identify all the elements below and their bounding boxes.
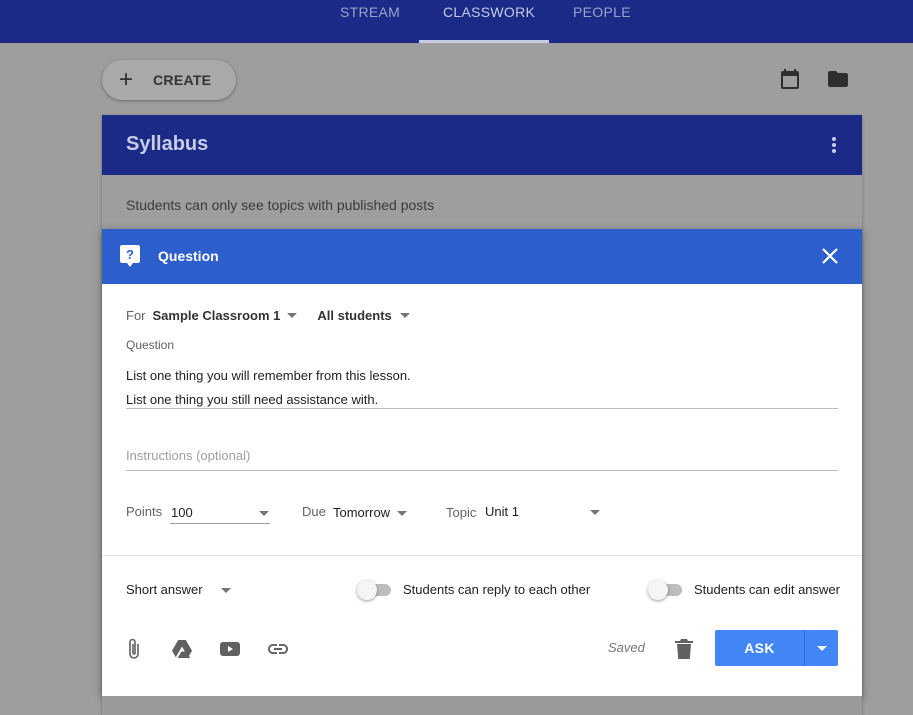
delete-icon[interactable] — [674, 638, 694, 660]
top-nav-bar: STREAM CLASSWORK PEOPLE — [0, 0, 913, 43]
audience-row: For Sample Classroom 1 All students — [126, 308, 410, 323]
toggle-knob — [357, 580, 377, 600]
chevron-down-icon[interactable] — [590, 510, 600, 515]
instructions-underline — [126, 470, 838, 471]
question-line: List one thing you will remember from th… — [126, 368, 411, 383]
link-icon[interactable] — [266, 637, 290, 661]
chevron-down-icon[interactable] — [259, 511, 269, 516]
question-label: Question — [126, 338, 175, 352]
saved-status: Saved — [608, 640, 645, 655]
reply-toggle[interactable] — [357, 579, 395, 600]
topic-note: Students can only see topics with publis… — [126, 197, 435, 213]
section-divider — [102, 555, 862, 556]
due-label: Due — [302, 504, 326, 519]
chevron-down-icon[interactable] — [397, 511, 407, 516]
class-select[interactable]: Sample Classroom 1 — [153, 308, 298, 323]
class-select-value: Sample Classroom 1 — [152, 308, 281, 323]
topic-title: Syllabus — [126, 133, 209, 155]
question-input[interactable]: List one thing you will remember from th… — [126, 364, 838, 412]
svg-text:?: ? — [126, 247, 134, 262]
dialog-title: Question — [158, 248, 219, 264]
points-input[interactable]: 100 — [171, 505, 193, 520]
students-select[interactable]: All students — [317, 308, 410, 323]
attach-file-icon[interactable] — [122, 637, 146, 661]
chevron-down-icon — [399, 313, 410, 318]
dialog-header: ? Question — [102, 229, 862, 284]
due-select[interactable]: Tomorrow — [333, 505, 390, 520]
active-tab-indicator — [419, 40, 549, 43]
card-bottom-edge — [102, 696, 862, 715]
points-underline — [170, 523, 270, 524]
more-options-icon[interactable] — [826, 135, 842, 155]
create-button[interactable]: + CREATE — [102, 60, 236, 100]
students-select-value: All students — [317, 308, 392, 323]
chevron-down-icon[interactable] — [221, 588, 231, 593]
plus-icon: + — [118, 66, 133, 93]
topic-select[interactable]: Unit 1 — [485, 504, 519, 519]
edit-toggle[interactable] — [648, 579, 686, 600]
chevron-down-icon — [287, 313, 298, 318]
for-label: For — [126, 308, 146, 323]
topic-header — [102, 115, 862, 175]
points-label: Points — [126, 504, 163, 519]
edit-toggle-label: Students can edit answer — [694, 582, 840, 597]
question-icon: ? — [120, 245, 140, 267]
instructions-input[interactable]: Instructions (optional) — [126, 448, 838, 463]
close-icon[interactable] — [821, 247, 839, 265]
reply-toggle-label: Students can reply to each other — [403, 582, 591, 597]
chevron-down-icon — [817, 646, 827, 651]
tab-stream[interactable]: STREAM — [340, 0, 400, 43]
toggle-knob — [648, 580, 668, 600]
question-underline — [126, 408, 838, 409]
create-label: CREATE — [153, 72, 212, 88]
google-drive-icon[interactable] — [170, 637, 194, 661]
topic-label: Topic — [446, 505, 477, 520]
tab-people[interactable]: PEOPLE — [573, 0, 631, 43]
answer-type-select[interactable]: Short answer — [126, 582, 203, 597]
question-dialog: ? Question For Sample Classroom 1 All st… — [102, 229, 862, 696]
tab-classwork[interactable]: CLASSWORK — [443, 0, 535, 43]
ask-options-button[interactable] — [804, 630, 838, 666]
ask-button[interactable]: ASK — [715, 630, 804, 666]
calendar-icon[interactable] — [778, 67, 802, 91]
youtube-icon[interactable] — [218, 637, 242, 661]
folder-icon[interactable] — [826, 67, 850, 91]
